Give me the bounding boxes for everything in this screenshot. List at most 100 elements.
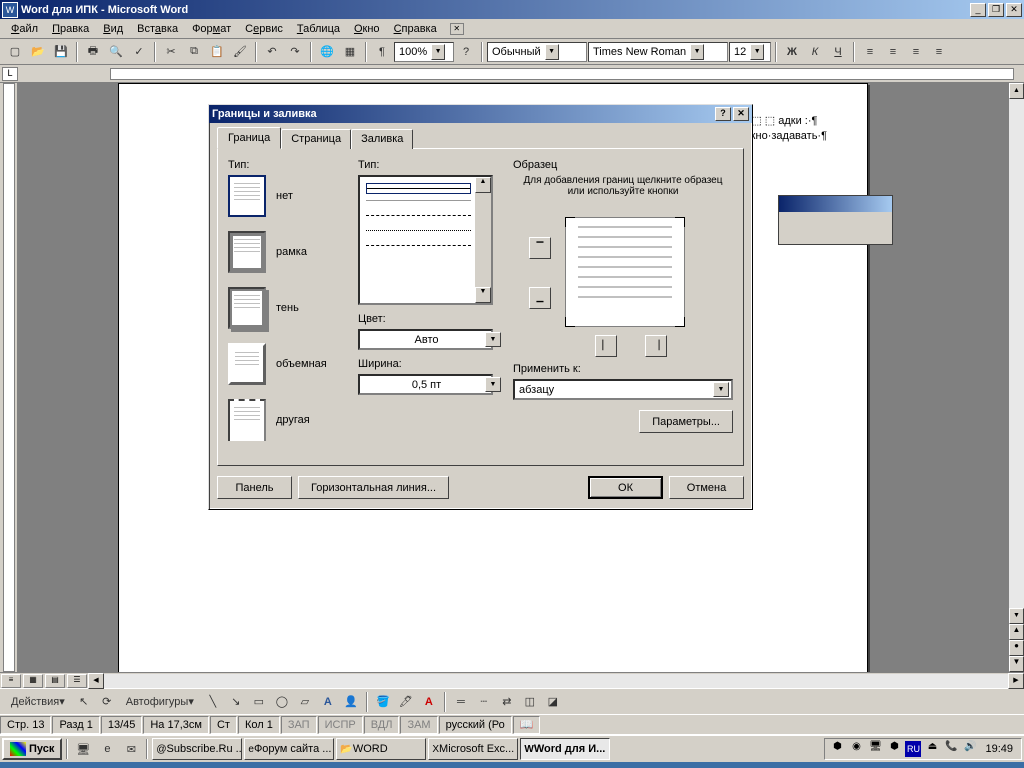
tray-icon-6[interactable]: 📞 [943,741,959,757]
line-button[interactable]: ╲ [202,691,224,713]
horizontal-line-button[interactable]: Горизонтальная линия... [298,476,449,499]
web-view-button[interactable]: ▦ [23,674,43,688]
status-lang[interactable]: русский (Ро [439,716,512,734]
wordart-button[interactable]: A [317,691,339,713]
tray-icon-3[interactable]: 🖥 [867,741,883,757]
width-combo-arrow[interactable]: ▼ [485,377,501,392]
list-scroll-up[interactable]: ▲ [475,177,491,193]
line-style-button[interactable]: ═ [450,691,472,713]
underline-button[interactable]: Ч [827,41,849,63]
menu-view[interactable]: Вид [96,21,130,37]
cancel-button[interactable]: Отмена [669,476,744,499]
arrow-style-button[interactable]: ⇄ [496,691,518,713]
tray-icon-5[interactable]: ⏏ [924,741,940,757]
rectangle-button[interactable]: ▭ [248,691,270,713]
status-ext[interactable]: ВДЛ [364,716,400,734]
menu-file[interactable]: Файл [4,21,45,37]
quicklaunch-oe[interactable]: ✉ [120,738,142,760]
start-button[interactable]: Пуск [2,738,62,760]
format-painter-button[interactable]: 🖌 [229,41,251,63]
prev-page-button[interactable]: ▲ [1009,624,1024,640]
copy-button[interactable]: ⧉ [183,41,205,63]
menu-edit[interactable]: Правка [45,21,96,37]
restore-button[interactable]: ❐ [988,3,1004,17]
oval-button[interactable]: ◯ [271,691,293,713]
spellcheck-button[interactable]: ✓ [128,41,150,63]
redo-button[interactable]: ↷ [284,41,306,63]
tab-page[interactable]: Страница [281,129,351,149]
lang-indicator[interactable]: RU [905,741,921,757]
options-button[interactable]: Параметры... [639,410,733,433]
tab-type-button[interactable]: L [2,67,18,81]
line-style-listbox[interactable]: ▲ ▼ [358,175,493,305]
tray-icon-2[interactable]: ◉ [848,741,864,757]
align-left-button[interactable]: ≡ [859,41,881,63]
tray-icon-1[interactable]: ⬢ [829,741,845,757]
dialog-close-button[interactable]: ✕ [733,107,749,121]
preview-page[interactable] [565,217,685,327]
setting-custom[interactable]: другая [228,399,348,441]
show-marks-button[interactable]: ¶ [371,41,393,63]
line-color-button[interactable]: 🖊 [395,691,417,713]
align-center-button[interactable]: ≡ [882,41,904,63]
quicklaunch-ie[interactable]: e [96,738,118,760]
menu-format[interactable]: Формат [185,21,238,37]
bold-button[interactable]: Ж [781,41,803,63]
save-button[interactable]: 💾 [50,41,72,63]
clipart-button[interactable]: 👤 [340,691,362,713]
tab-shading[interactable]: Заливка [351,129,413,149]
undo-button[interactable]: ↶ [261,41,283,63]
new-doc-button[interactable]: ▢ [4,41,26,63]
menu-tools[interactable]: Сервис [238,21,290,37]
select-objects-button[interactable]: ↖ [73,691,95,713]
color-combo-arrow[interactable]: ▼ [485,332,501,347]
textbox-button[interactable]: ▱ [294,691,316,713]
scroll-up-button[interactable]: ▲ [1009,83,1024,99]
task-word-folder[interactable]: 📂WORD [336,738,426,760]
setting-none[interactable]: нет [228,175,348,217]
print-button[interactable]: 🖶 [82,41,104,63]
dialog-help-button[interactable]: ? [715,107,731,121]
outline-view-button[interactable]: ☰ [67,674,87,688]
minimize-button[interactable]: _ [970,3,986,17]
arrow-button[interactable]: ↘ [225,691,247,713]
vertical-ruler[interactable] [0,83,18,672]
normal-view-button[interactable]: ≡ [1,674,21,688]
font-combo[interactable]: Times New Roman▼ [588,42,728,62]
vertical-scrollbar[interactable]: ▲ ▼ ▲ ● ▼ [1008,83,1024,672]
show-toolbar-button[interactable]: Панель [217,476,292,499]
dialog-titlebar[interactable]: Границы и заливка ? ✕ [209,105,752,123]
shadow-button[interactable]: ◫ [519,691,541,713]
menu-table[interactable]: Таблица [290,21,347,37]
actions-menu[interactable]: Действия ▾ [4,691,72,713]
zoom-combo[interactable]: 100%▼ [394,42,454,62]
cut-button[interactable]: ✂ [160,41,182,63]
quicklaunch-desktop[interactable]: 🖥 [72,738,94,760]
horizontal-scrollbar[interactable]: ◀ ▶ [88,673,1024,688]
scroll-down-button[interactable]: ▼ [1009,608,1024,624]
dash-style-button[interactable]: ┄ [473,691,495,713]
border-right-button[interactable]: ▕ [645,335,667,357]
style-combo[interactable]: Обычный▼ [487,42,587,62]
border-left-button[interactable]: ▏ [595,335,617,357]
status-spell-icon[interactable]: 📖 [513,716,541,734]
mdi-close-button[interactable]: ✕ [450,23,464,35]
paste-button[interactable]: 📋 [206,41,228,63]
width-combo[interactable]: 0,5 пт [358,374,493,395]
open-button[interactable]: 📂 [27,41,49,63]
task-subscribe[interactable]: @Subscribe.Ru ... [152,738,242,760]
tray-icon-4[interactable]: ⬢ [886,741,902,757]
font-color-button[interactable]: A [418,691,440,713]
hyperlink-button[interactable]: 🌐 [316,41,338,63]
setting-3d[interactable]: объемная [228,343,348,385]
close-button[interactable]: ✕ [1006,3,1022,17]
task-forum[interactable]: e Форум сайта ... [244,738,334,760]
menu-window[interactable]: Окно [347,21,387,37]
menu-insert[interactable]: Вставка [130,21,185,37]
color-combo[interactable]: Авто [358,329,493,350]
3d-button[interactable]: ◪ [542,691,564,713]
italic-button[interactable]: К [804,41,826,63]
help-button[interactable]: ? [455,41,477,63]
autoshapes-menu[interactable]: Автофигуры ▾ [119,691,201,713]
status-trk[interactable]: ИСПР [318,716,363,734]
